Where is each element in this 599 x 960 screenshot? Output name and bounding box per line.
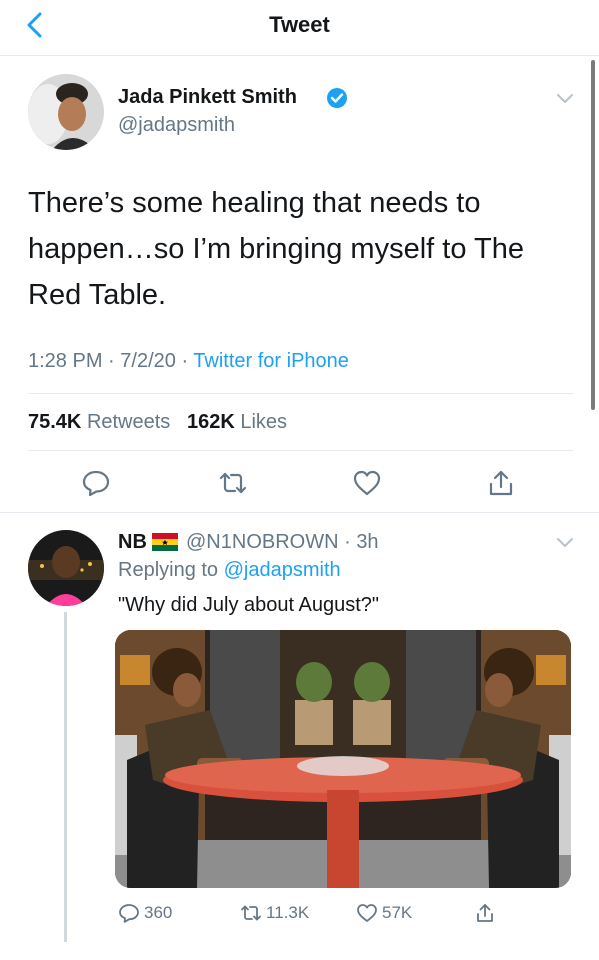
likes-stat[interactable]: 162K Likes — [187, 411, 287, 433]
thread-line — [64, 612, 67, 942]
reply-handle-line: @N1NOBROWN · 3h — [186, 531, 379, 554]
chevron-down-icon[interactable] — [556, 536, 574, 548]
share-icon — [477, 904, 493, 922]
heart-icon[interactable] — [352, 468, 382, 498]
attached-image[interactable] — [115, 630, 571, 888]
replying-to-mention[interactable]: @jadapsmith — [224, 559, 341, 581]
verified-badge-icon — [327, 88, 347, 108]
reply-icon — [119, 904, 139, 923]
reply-text: "Why did July about August?" — [118, 594, 380, 616]
tweet-text: There’s some healing that needs to happe… — [28, 187, 524, 311]
ghana-flag-icon — [152, 533, 178, 551]
replying-to: Replying to @jadapsmith — [118, 559, 341, 582]
reply-count: 360 — [144, 903, 173, 922]
page-title: Tweet — [269, 12, 330, 37]
author-handle[interactable]: @jadapsmith — [118, 114, 235, 137]
retweet-icon — [241, 905, 261, 921]
nav-bar: Tweet — [0, 0, 599, 56]
reply-author-avatar[interactable] — [28, 530, 104, 606]
chevron-down-icon[interactable] — [556, 92, 574, 104]
like-action[interactable]: 57K — [356, 900, 412, 926]
reply-author-handle[interactable]: @N1NOBROWN — [186, 531, 339, 553]
tweet-date: 7/2/20 — [120, 350, 176, 372]
replying-label: Replying to — [118, 559, 219, 581]
heart-icon — [357, 904, 377, 922]
likes-count: 162K — [186, 411, 235, 433]
reply-action[interactable]: 360 — [118, 900, 172, 926]
meta-separator: · — [108, 350, 121, 372]
scrollbar[interactable] — [591, 60, 595, 410]
engagement-stats: 75.4K Retweets 162K Likes — [28, 411, 287, 434]
share-action[interactable] — [474, 900, 496, 926]
tweet-meta: 1:28 PM · 7/2/20 · Twitter for iPhone — [28, 350, 349, 373]
divider — [28, 450, 573, 451]
retweets-count: 75.4K — [28, 411, 82, 433]
retweets-label: Retweets — [86, 411, 171, 433]
likes-label: Likes — [240, 411, 288, 433]
retweet-count: 11.3K — [266, 903, 310, 922]
retweet-icon[interactable] — [218, 468, 248, 498]
meta-separator: · — [181, 350, 194, 372]
tweet-time: 1:28 PM — [28, 350, 103, 372]
meta-separator: · — [338, 531, 357, 553]
author-avatar[interactable] — [28, 74, 104, 150]
reply-age: 3h — [356, 531, 379, 553]
divider — [28, 393, 573, 394]
author-name[interactable]: Jada Pinkett Smith — [118, 86, 297, 109]
like-count: 57K — [382, 903, 413, 922]
tweet-source-link[interactable]: Twitter for iPhone — [193, 350, 349, 372]
reply-author-name[interactable]: NB — [118, 531, 147, 554]
share-icon[interactable] — [486, 468, 516, 498]
reply-icon[interactable] — [81, 468, 111, 498]
retweets-stat[interactable]: 75.4K Retweets — [28, 411, 170, 433]
section-separator — [0, 512, 599, 513]
retweet-action[interactable]: 11.3K — [240, 900, 309, 926]
